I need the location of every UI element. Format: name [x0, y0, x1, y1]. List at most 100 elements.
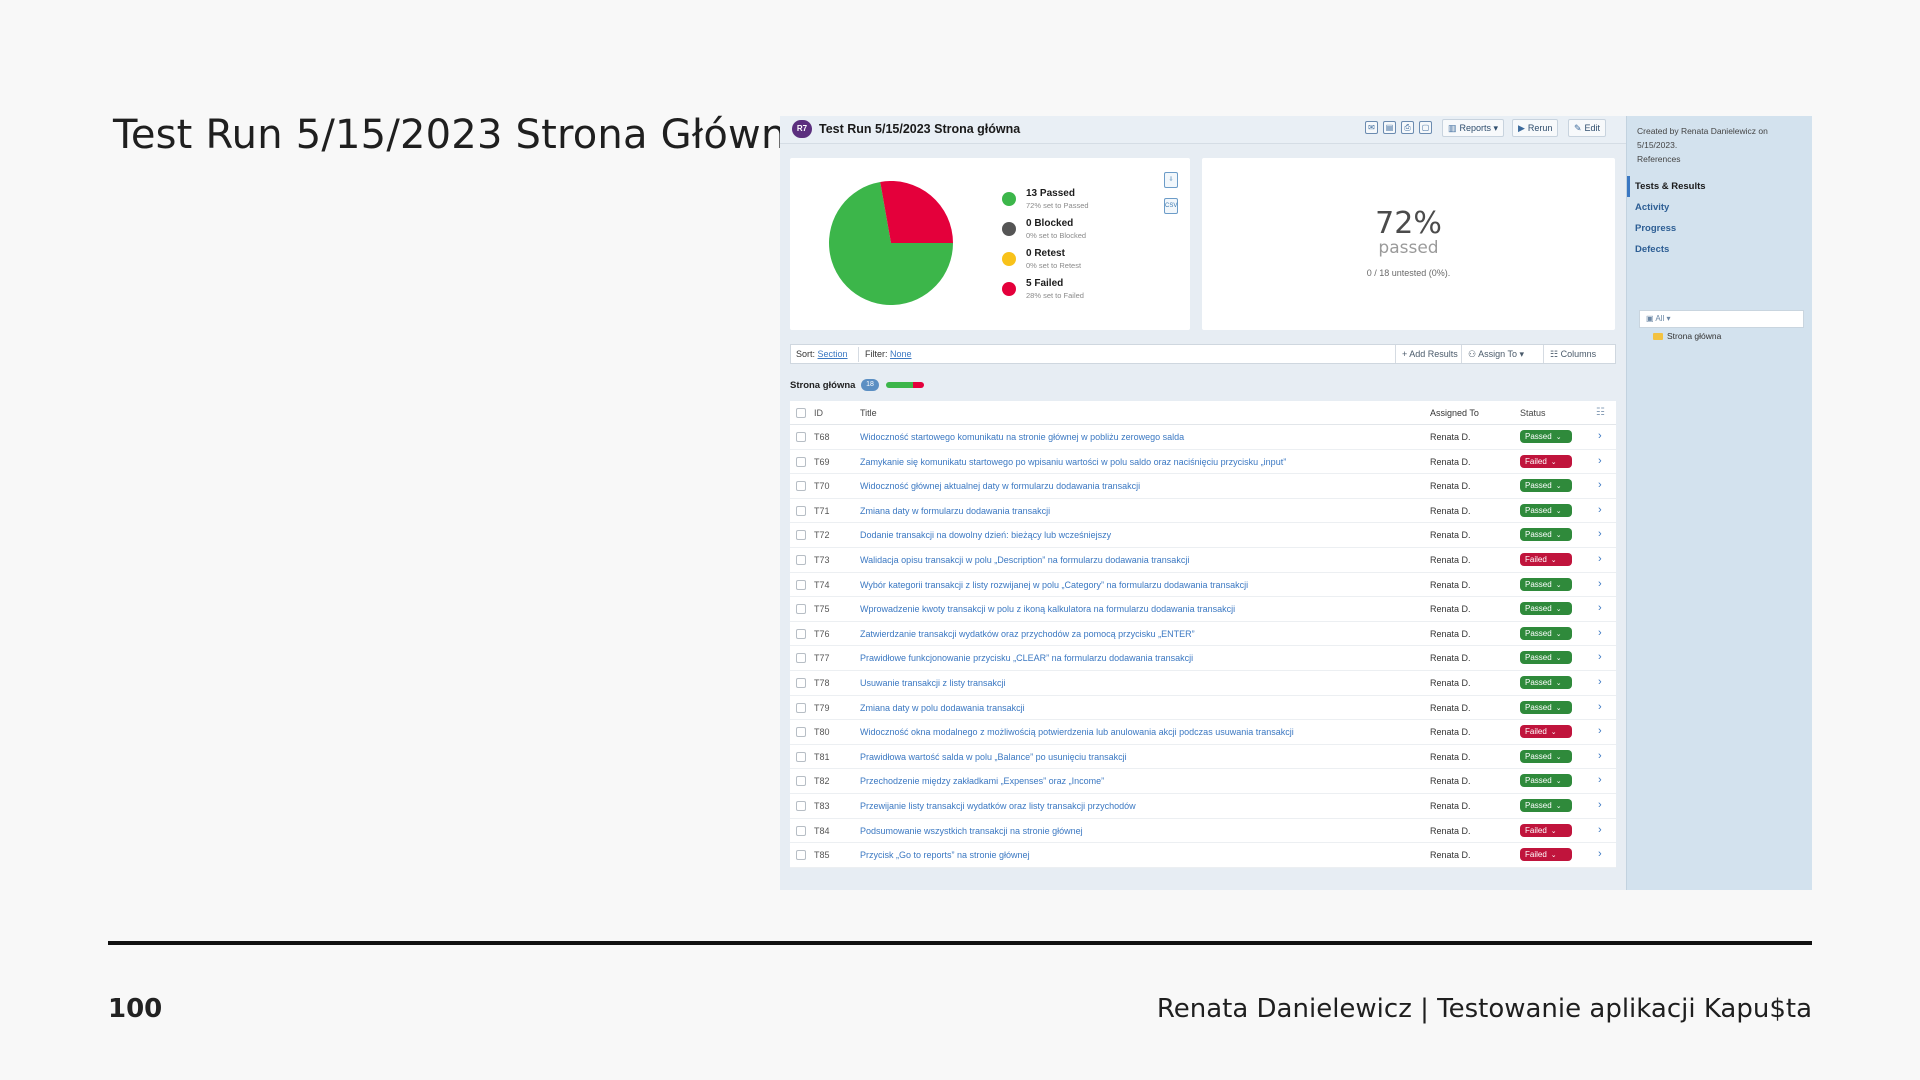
- reports-button[interactable]: ▥ Reports ▾: [1442, 119, 1505, 137]
- test-title-link[interactable]: Wprowadzenie kwoty transakcji w polu z i…: [860, 604, 1235, 614]
- sort-control[interactable]: Sort: Section: [796, 349, 848, 359]
- test-title-link[interactable]: Prawidłowe funkcjonowanie przycisku „CLE…: [860, 653, 1193, 663]
- assign-to-button[interactable]: ⚇ Assign To ▾: [1461, 345, 1530, 363]
- row-checkbox[interactable]: [796, 481, 806, 492]
- row-checkbox[interactable]: [796, 604, 806, 615]
- row-checkbox[interactable]: [796, 456, 806, 467]
- row-checkbox[interactable]: [796, 825, 806, 836]
- table-row[interactable]: T76 Zatwierdzanie transakcji wydatków ora…: [790, 622, 1616, 647]
- row-checkbox[interactable]: [796, 628, 806, 639]
- chevron-right-icon[interactable]: ›: [1598, 504, 1602, 516]
- status-dropdown[interactable]: Passed ⌄: [1520, 577, 1572, 591]
- chevron-right-icon[interactable]: ›: [1598, 479, 1602, 491]
- sort-value-link[interactable]: Section: [818, 349, 848, 359]
- table-row[interactable]: T70 Widoczność głównej aktualnej daty w f…: [790, 474, 1616, 499]
- test-title-link[interactable]: Dodanie transakcji na dowolny dzień: bie…: [860, 530, 1111, 540]
- row-checkbox[interactable]: [796, 751, 806, 762]
- row-checkbox[interactable]: [796, 727, 806, 738]
- test-title-link[interactable]: Przewijanie listy transakcji wydatków or…: [860, 801, 1136, 811]
- status-dropdown[interactable]: Passed ⌄: [1520, 700, 1572, 714]
- sidebar-item-progress[interactable]: Progress: [1627, 218, 1812, 239]
- status-dropdown[interactable]: Passed ⌄: [1520, 626, 1572, 640]
- columns-button[interactable]: ☷ Columns: [1543, 345, 1602, 363]
- test-title-link[interactable]: Przycisk „Go to reports” na stronie głów…: [860, 850, 1030, 860]
- test-title-link[interactable]: Zamykanie się komunikatu startowego po w…: [860, 457, 1286, 467]
- status-dropdown[interactable]: Failed ⌄: [1520, 725, 1572, 739]
- test-title-link[interactable]: Walidacja opisu transakcji w polu „Descr…: [860, 555, 1189, 565]
- table-row[interactable]: T80 Widoczność okna modalnego z możliwośc…: [790, 720, 1616, 745]
- status-dropdown[interactable]: Failed ⌄: [1520, 848, 1572, 862]
- chevron-right-icon[interactable]: ›: [1598, 528, 1602, 540]
- edit-button[interactable]: ✎ Edit: [1568, 119, 1607, 137]
- table-row[interactable]: T77 Prawidłowe funkcjonowanie przycisku „…: [790, 646, 1616, 671]
- status-dropdown[interactable]: Passed ⌄: [1520, 651, 1572, 665]
- table-row[interactable]: T72 Dodanie transakcji na dowolny dzień: …: [790, 523, 1616, 548]
- table-row[interactable]: T71 Zmiana daty w formularzu dodawania tr…: [790, 499, 1616, 524]
- status-dropdown[interactable]: Passed ⌄: [1520, 798, 1572, 812]
- row-checkbox[interactable]: [796, 579, 806, 590]
- lock-icon[interactable]: ▢: [1419, 121, 1432, 134]
- row-checkbox[interactable]: [796, 653, 806, 664]
- row-checkbox[interactable]: [796, 554, 806, 565]
- table-row[interactable]: T85 Przycisk „Go to reports” na stronie g…: [790, 843, 1616, 868]
- sidebar-item-activity[interactable]: Activity: [1627, 197, 1812, 218]
- filter-control[interactable]: Filter: None: [865, 349, 912, 359]
- chevron-right-icon[interactable]: ›: [1598, 676, 1602, 688]
- status-dropdown[interactable]: Failed ⌄: [1520, 552, 1572, 566]
- print-icon[interactable]: ⎙: [1401, 121, 1414, 134]
- col-title-header[interactable]: Title: [860, 408, 877, 418]
- test-title-link[interactable]: Podsumowanie wszystkich transakcji na st…: [860, 826, 1083, 836]
- test-title-link[interactable]: Zatwierdzanie transakcji wydatków oraz p…: [860, 629, 1195, 639]
- chevron-right-icon[interactable]: ›: [1598, 701, 1602, 713]
- section-title[interactable]: Strona główna: [790, 380, 855, 391]
- filter-value-link[interactable]: None: [890, 349, 912, 359]
- chevron-right-icon[interactable]: ›: [1598, 553, 1602, 565]
- chevron-right-icon[interactable]: ›: [1598, 848, 1602, 860]
- table-row[interactable]: T83 Przewijanie listy transakcji wydatków…: [790, 794, 1616, 819]
- test-title-link[interactable]: Przechodzenie między zakładkami „Expense…: [860, 776, 1104, 786]
- table-row[interactable]: T81 Prawidłowa wartość salda w polu „Bala…: [790, 745, 1616, 770]
- sidebar-item-tests-results[interactable]: Tests & Results: [1627, 176, 1812, 197]
- chevron-right-icon[interactable]: ›: [1598, 750, 1602, 762]
- table-row[interactable]: T82 Przechodzenie między zakładkami „Expe…: [790, 769, 1616, 794]
- status-dropdown[interactable]: Passed ⌄: [1520, 749, 1572, 763]
- col-status-header[interactable]: Status: [1520, 408, 1546, 418]
- test-title-link[interactable]: Zmiana daty w polu dodawania transakcji: [860, 703, 1025, 713]
- row-checkbox[interactable]: [796, 850, 806, 861]
- status-dropdown[interactable]: Passed ⌄: [1520, 602, 1572, 616]
- rerun-button[interactable]: ▶ Rerun: [1512, 119, 1559, 137]
- status-dropdown[interactable]: Failed ⌄: [1520, 454, 1572, 468]
- chevron-right-icon[interactable]: ›: [1598, 602, 1602, 614]
- table-row[interactable]: T73 Walidacja opisu transakcji w polu „De…: [790, 548, 1616, 573]
- row-checkbox[interactable]: [796, 505, 806, 516]
- status-dropdown[interactable]: Passed ⌄: [1520, 675, 1572, 689]
- chevron-right-icon[interactable]: ›: [1598, 799, 1602, 811]
- table-row[interactable]: T79 Zmiana daty w polu dodawania transakc…: [790, 696, 1616, 721]
- status-dropdown[interactable]: Passed ⌄: [1520, 479, 1572, 493]
- tree-filter-select[interactable]: ▣ All ▾: [1639, 310, 1804, 328]
- select-all-checkbox[interactable]: [796, 408, 806, 418]
- export-icon[interactable]: ▤: [1383, 121, 1396, 134]
- row-checkbox[interactable]: [796, 776, 806, 787]
- status-dropdown[interactable]: Passed ⌄: [1520, 774, 1572, 788]
- test-title-link[interactable]: Zmiana daty w formularzu dodawania trans…: [860, 506, 1050, 516]
- table-row[interactable]: T69 Zamykanie się komunikatu startowego p…: [790, 450, 1616, 475]
- status-dropdown[interactable]: Passed ⌄: [1520, 528, 1572, 542]
- tree-item-section[interactable]: Strona główna: [1653, 331, 1804, 341]
- add-results-button[interactable]: + Add Results: [1395, 345, 1464, 363]
- row-checkbox[interactable]: [796, 702, 806, 713]
- table-row[interactable]: T68 Widoczność startowego komunikatu na s…: [790, 425, 1616, 450]
- comment-icon[interactable]: ✉: [1365, 121, 1378, 134]
- row-checkbox[interactable]: [796, 800, 806, 811]
- table-row[interactable]: T75 Wprowadzenie kwoty transakcji w polu …: [790, 597, 1616, 622]
- download-csv-icon[interactable]: CSV: [1164, 198, 1178, 214]
- table-row[interactable]: T74 Wybór kategorii transakcji z listy ro…: [790, 573, 1616, 598]
- chevron-right-icon[interactable]: ›: [1598, 578, 1602, 590]
- test-title-link[interactable]: Widoczność głównej aktualnej daty w form…: [860, 481, 1140, 491]
- col-id-header[interactable]: ID: [814, 408, 823, 418]
- chevron-right-icon[interactable]: ›: [1598, 430, 1602, 442]
- row-checkbox[interactable]: [796, 677, 806, 688]
- status-dropdown[interactable]: Passed ⌄: [1520, 430, 1572, 443]
- chevron-right-icon[interactable]: ›: [1598, 774, 1602, 786]
- test-title-link[interactable]: Widoczność startowego komunikatu na stro…: [860, 432, 1184, 442]
